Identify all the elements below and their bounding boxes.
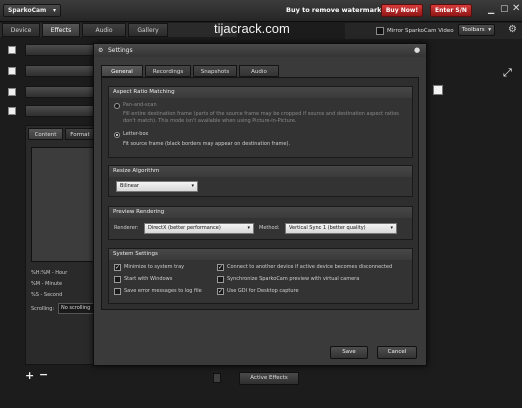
remove-effect-button[interactable]: − xyxy=(39,368,48,381)
start-with-windows-checkbox[interactable] xyxy=(114,276,121,283)
log-errors-checkbox[interactable] xyxy=(114,288,121,295)
effect-row xyxy=(5,85,101,99)
renderer-label: Renderer: xyxy=(114,225,139,231)
settings-dialog: ⚙ Settings ● General Recordings Snapshot… xyxy=(93,43,427,366)
preview-rendering-group: Preview Rendering Renderer: DirectX (bet… xyxy=(108,206,413,240)
minimize-icon[interactable]: ▁ xyxy=(488,5,494,14)
sync-preview-checkbox[interactable] xyxy=(217,276,224,283)
effect-row xyxy=(5,104,101,118)
effect-checkbox[interactable] xyxy=(8,107,16,115)
main-tabs: Device Effects Audio Gallery xyxy=(0,23,237,37)
tab-general[interactable]: General xyxy=(101,65,143,77)
use-gdi-checkbox[interactable]: ✓ xyxy=(217,288,224,295)
method-label: Method: xyxy=(259,225,280,231)
app-title: SparkoCam xyxy=(8,7,47,14)
renderer-dropdown[interactable]: DirectX (better performance) ▾ xyxy=(144,223,254,234)
checkbox-label: Connect to another device if active devi… xyxy=(227,264,393,270)
checkbox-label: Use GDI for Desktop capture xyxy=(227,288,299,294)
format-help-line: %M - Minute xyxy=(31,281,63,287)
expand-icon[interactable]: ⤢ xyxy=(503,66,512,80)
effect-checkbox[interactable] xyxy=(8,67,16,75)
group-heading: Preview Rendering xyxy=(109,207,412,218)
cancel-button[interactable]: Cancel xyxy=(377,346,417,359)
checkbox-label: Start with Windows xyxy=(124,276,173,282)
checkbox-label: Save error messages to log file xyxy=(124,288,202,294)
toolbars-label: Toolbars xyxy=(462,27,485,33)
settings-icon: ⚙ xyxy=(98,47,104,54)
tab-snapshots[interactable]: Snapshots xyxy=(193,65,237,77)
renderer-value: DirectX (better performance) xyxy=(148,225,221,231)
effect-checkbox[interactable] xyxy=(8,46,16,54)
scroll-down-button[interactable] xyxy=(213,373,221,383)
tab-device[interactable]: Device xyxy=(2,23,40,37)
maximize-icon[interactable]: ▢ xyxy=(500,4,509,14)
minimize-to-tray-checkbox[interactable]: ✓ xyxy=(114,264,121,271)
group-heading: Resize Algorithm xyxy=(109,166,412,177)
dialog-title: Settings xyxy=(108,47,133,54)
scrolling-label: Scrolling: xyxy=(31,306,55,312)
effect-row xyxy=(5,64,101,78)
save-button[interactable]: Save xyxy=(330,346,368,359)
chevron-down-icon: ▾ xyxy=(191,183,194,189)
pan-scan-description: Fill entire destination frame (parts of … xyxy=(123,111,399,124)
format-help-line: %H:%M - Hour xyxy=(31,270,68,276)
resize-algorithm-dropdown[interactable]: Bilinear ▾ xyxy=(116,181,198,192)
effect-item[interactable] xyxy=(25,105,101,117)
toolbars-dropdown[interactable]: Toolbars ▾ xyxy=(458,24,495,36)
pan-scan-label: Pan-and-scan xyxy=(123,102,157,108)
resize-group: Resize Algorithm Bilinear ▾ xyxy=(108,165,413,197)
effect-item[interactable] xyxy=(25,44,101,56)
general-settings-panel: Aspect Ratio Matching Pan-and-scan Fill … xyxy=(101,77,419,310)
aspect-ratio-group: Aspect Ratio Matching Pan-and-scan Fill … xyxy=(108,86,413,158)
tab-active-effects[interactable]: Active Effects xyxy=(239,372,299,385)
add-effect-button[interactable]: + xyxy=(25,369,34,382)
group-heading: System Settings xyxy=(109,249,412,260)
method-dropdown[interactable]: Vertical Sync 1 (better quality) ▾ xyxy=(285,223,397,234)
gear-icon[interactable]: ⚙ xyxy=(508,24,517,35)
format-help-line: %S - Second xyxy=(31,292,63,298)
letterbox-label: Letter-box xyxy=(123,131,149,137)
effect-item[interactable] xyxy=(25,65,101,77)
tab-gallery[interactable]: Gallery xyxy=(128,23,168,37)
effect-row xyxy=(5,43,101,57)
auto-connect-checkbox[interactable]: ✓ xyxy=(217,264,224,271)
close-icon[interactable]: ● xyxy=(414,46,420,54)
group-heading: Aspect Ratio Matching xyxy=(109,87,412,98)
scrolling-dropdown[interactable]: No scrolling xyxy=(58,303,96,314)
tab-audio[interactable]: Audio xyxy=(239,65,279,77)
method-value: Vertical Sync 1 (better quality) xyxy=(289,225,366,231)
system-settings-group: System Settings ✓ Minimize to system tra… xyxy=(108,248,413,304)
tab-format[interactable]: Format xyxy=(65,128,95,140)
tab-effects[interactable]: Effects xyxy=(42,23,80,37)
checkbox-label: Synchronize SparkoCam preview with virtu… xyxy=(227,276,360,282)
mirror-label: Mirror SparkoCam Video xyxy=(387,28,454,34)
enter-sn-button[interactable]: Enter S/N xyxy=(430,4,472,17)
app-menu-dropdown[interactable]: SparkoCam ▾ xyxy=(3,4,61,17)
checkbox-label: Minimize to system tray xyxy=(124,264,185,270)
preview-handle[interactable] xyxy=(433,85,443,95)
buy-now-button[interactable]: Buy Now! xyxy=(381,4,423,17)
chevron-down-icon: ▾ xyxy=(52,7,56,14)
letterbox-radio[interactable] xyxy=(114,132,120,138)
tab-content[interactable]: Content xyxy=(28,128,63,140)
watermark-notice: Buy to remove watermark xyxy=(286,6,382,14)
dialog-titlebar xyxy=(94,44,426,57)
chevron-down-icon: ▾ xyxy=(488,27,491,33)
tab-recordings[interactable]: Recordings xyxy=(145,65,191,77)
site-watermark: tijacrack.com xyxy=(214,21,290,36)
letterbox-description: Fit source frame (black borders may appe… xyxy=(123,141,291,147)
effect-item[interactable] xyxy=(25,86,101,98)
tab-audio[interactable]: Audio xyxy=(82,23,126,37)
effect-checkbox[interactable] xyxy=(8,88,16,96)
mirror-checkbox[interactable] xyxy=(376,27,384,35)
pan-scan-radio[interactable] xyxy=(114,103,120,109)
close-icon[interactable]: ✕ xyxy=(512,3,520,14)
chevron-down-icon: ▾ xyxy=(390,225,393,231)
resize-algorithm-value: Bilinear xyxy=(120,183,139,189)
text-preview-area xyxy=(31,147,96,262)
chevron-down-icon: ▾ xyxy=(247,225,250,231)
